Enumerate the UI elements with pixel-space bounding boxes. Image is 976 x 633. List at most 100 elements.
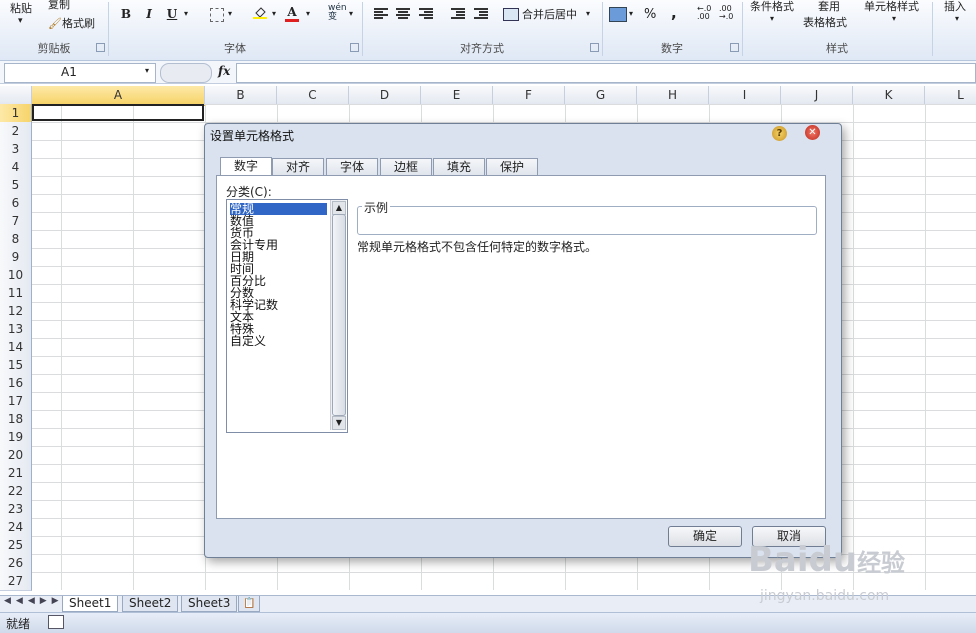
merge-center-button[interactable]: 合并后居中 (522, 6, 577, 22)
dialog-tab-1[interactable]: 对齐 (272, 158, 324, 176)
dialog-tab-4[interactable]: 填充 (433, 158, 485, 176)
column-header-l[interactable]: L (925, 86, 976, 104)
bold-button[interactable]: B (119, 6, 133, 22)
row-header-18[interactable]: 18 (0, 410, 32, 429)
scroll-thumb[interactable] (332, 214, 346, 416)
column-header-f[interactable]: F (493, 86, 565, 104)
phonetic-dropdown-icon[interactable]: ▾ (349, 9, 353, 18)
close-icon[interactable]: ✕ (805, 125, 820, 140)
decrease-indent-icon[interactable] (451, 8, 465, 20)
insert-sheet-icon[interactable]: 📋 (238, 596, 260, 612)
row-header-2[interactable]: 2 (0, 122, 32, 141)
fill-color-icon[interactable] (253, 5, 267, 19)
paste-button[interactable]: 粘贴 (10, 0, 32, 16)
category-item[interactable]: 自定义 (230, 335, 266, 347)
sheet-tab-2[interactable]: Sheet2 (122, 596, 179, 612)
ok-button[interactable]: 确定 (668, 526, 742, 547)
increase-decimal-icon[interactable]: ←.0.00 (697, 5, 711, 21)
italic-button[interactable]: I (142, 6, 156, 22)
insert-dropdown-icon[interactable]: ▾ (955, 14, 959, 23)
formula-bar-handle[interactable] (160, 63, 212, 83)
dialog-tab-5[interactable]: 保护 (486, 158, 538, 176)
scroll-down-icon[interactable]: ▼ (332, 416, 346, 430)
underline-dropdown-icon[interactable]: ▾ (184, 9, 188, 18)
row-header-24[interactable]: 24 (0, 518, 32, 537)
column-header-k[interactable]: K (853, 86, 925, 104)
alignment-launcher-icon[interactable] (590, 43, 599, 52)
row-header-27[interactable]: 27 (0, 572, 32, 591)
row-header-4[interactable]: 4 (0, 158, 32, 177)
comma-button[interactable]: , (671, 4, 677, 22)
row-header-14[interactable]: 14 (0, 338, 32, 357)
column-header-c[interactable]: C (277, 86, 349, 104)
column-header-a[interactable]: A (32, 86, 205, 106)
column-header-i[interactable]: I (709, 86, 781, 104)
font-color-dropdown-icon[interactable]: ▾ (306, 9, 310, 18)
row-header-3[interactable]: 3 (0, 140, 32, 159)
column-header-j[interactable]: J (781, 86, 853, 104)
sheet-tab-3[interactable]: Sheet3 (181, 596, 238, 612)
column-header-g[interactable]: G (565, 86, 637, 104)
row-header-10[interactable]: 10 (0, 266, 32, 285)
dialog-tab-2[interactable]: 字体 (326, 158, 378, 176)
row-header-9[interactable]: 9 (0, 248, 32, 267)
conditional-format-dropdown-icon[interactable]: ▾ (770, 14, 774, 23)
format-painter-button[interactable]: 🖌格式刷 (48, 15, 95, 31)
sheet-tab-1[interactable]: Sheet1 (62, 596, 119, 612)
listbox-scrollbar[interactable]: ▲ ▼ (330, 200, 346, 430)
row-header-20[interactable]: 20 (0, 446, 32, 465)
name-box-dropdown-icon[interactable]: ▾ (145, 66, 149, 75)
column-header-d[interactable]: D (349, 86, 421, 104)
column-header-b[interactable]: B (205, 86, 277, 104)
row-header-6[interactable]: 6 (0, 194, 32, 213)
row-header-21[interactable]: 21 (0, 464, 32, 483)
dialog-tab-0[interactable]: 数字 (220, 157, 272, 177)
help-icon[interactable]: ? (772, 126, 787, 141)
column-header-e[interactable]: E (421, 86, 493, 104)
align-center-icon[interactable] (396, 8, 410, 20)
column-header-h[interactable]: H (637, 86, 709, 104)
row-header-16[interactable]: 16 (0, 374, 32, 393)
row-header-11[interactable]: 11 (0, 284, 32, 303)
row-header-13[interactable]: 13 (0, 320, 32, 339)
scroll-up-icon[interactable]: ▲ (332, 201, 346, 215)
table-format-line1[interactable]: 套用 (818, 0, 840, 14)
decrease-decimal-icon[interactable]: .00 →.0 (719, 5, 733, 21)
macro-record-icon[interactable] (48, 615, 64, 629)
cell-style-button[interactable]: 单元格样式 (864, 0, 919, 14)
border-dropdown-icon[interactable]: ▾ (228, 9, 232, 18)
row-header-1[interactable]: 1 (0, 104, 32, 123)
merge-dropdown-icon[interactable]: ▾ (586, 9, 590, 18)
row-header-25[interactable]: 25 (0, 536, 32, 555)
align-right-icon[interactable] (419, 8, 433, 20)
underline-button[interactable]: U (165, 6, 179, 22)
row-header-12[interactable]: 12 (0, 302, 32, 321)
fill-dropdown-icon[interactable]: ▾ (272, 9, 276, 18)
cell-style-dropdown-icon[interactable]: ▾ (892, 14, 896, 23)
currency-icon[interactable] (609, 7, 627, 22)
insert-button[interactable]: 插入 (944, 0, 966, 14)
align-left-icon[interactable] (374, 8, 388, 20)
select-all-corner[interactable] (0, 86, 32, 104)
dialog-tab-3[interactable]: 边框 (380, 158, 432, 176)
row-header-17[interactable]: 17 (0, 392, 32, 411)
row-header-15[interactable]: 15 (0, 356, 32, 375)
insert-function-icon[interactable]: fx (218, 64, 230, 78)
conditional-format-button[interactable]: 条件格式 (750, 0, 794, 14)
row-header-22[interactable]: 22 (0, 482, 32, 501)
copy-button[interactable]: 复制 (48, 0, 70, 12)
row-header-19[interactable]: 19 (0, 428, 32, 447)
increase-indent-icon[interactable] (474, 8, 488, 20)
percent-button[interactable]: % (644, 7, 656, 22)
row-header-5[interactable]: 5 (0, 176, 32, 195)
number-launcher-icon[interactable] (730, 43, 739, 52)
font-launcher-icon[interactable] (350, 43, 359, 52)
currency-dropdown-icon[interactable]: ▾ (629, 9, 633, 18)
selected-cell-a1[interactable] (32, 104, 204, 121)
paste-dropdown-icon[interactable]: ▾ (18, 16, 23, 26)
name-box[interactable]: A1 ▾ (4, 63, 156, 83)
row-header-7[interactable]: 7 (0, 212, 32, 231)
formula-input[interactable] (236, 63, 976, 83)
font-color-button[interactable]: A (285, 6, 299, 22)
row-header-23[interactable]: 23 (0, 500, 32, 519)
